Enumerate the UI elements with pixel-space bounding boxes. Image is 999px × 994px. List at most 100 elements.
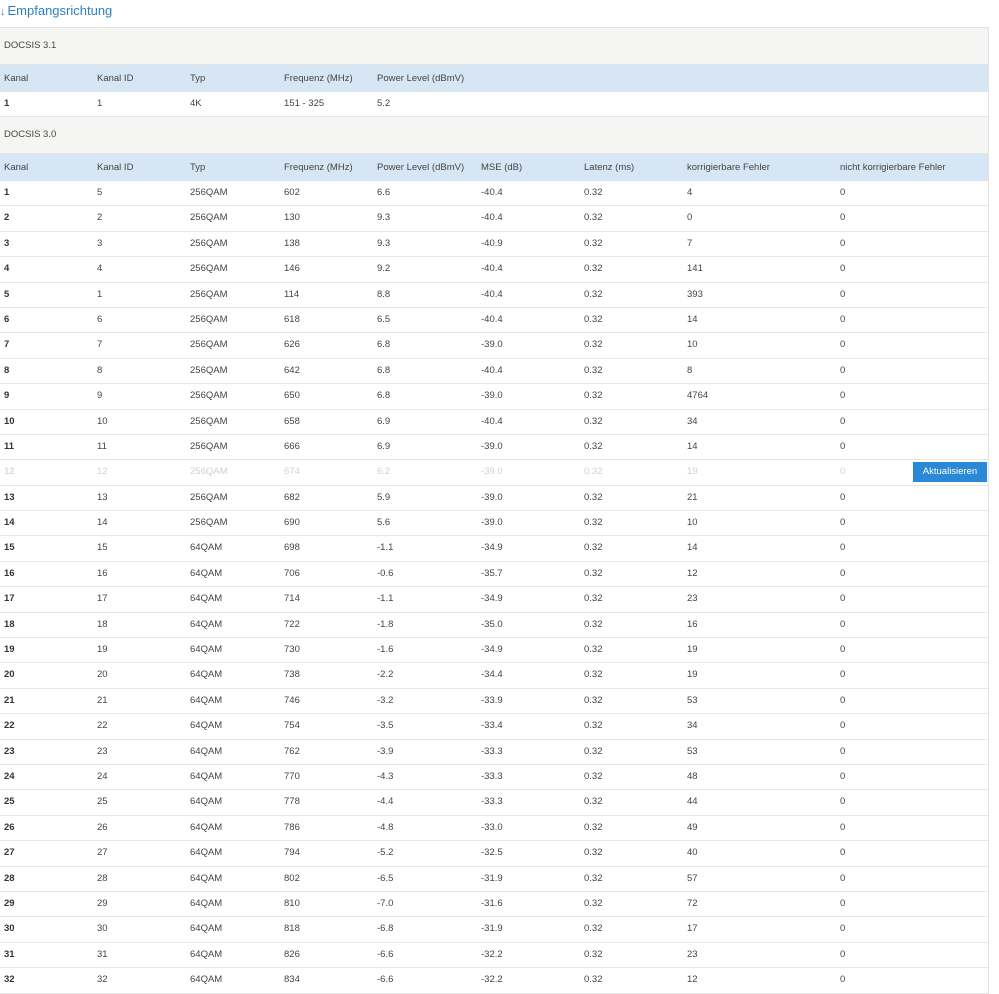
docsis30-section-label: DOCSIS 3.0 (0, 117, 988, 154)
cell-mse: -32.5 (481, 847, 503, 859)
cell-frequenz: 754 (284, 720, 300, 732)
cell-latenz: 0.32 (584, 491, 603, 503)
cell-kanal-id: 19 (97, 644, 108, 656)
cell-frequenz: 626 (284, 339, 300, 351)
cell-nicht-korrigierbare-fehler: 0 (840, 923, 846, 935)
cell-korrigierbare-fehler: 72 (687, 897, 698, 909)
table-row: 2 2 256QAM 130 9.3 -40.4 0.32 0 0 (0, 206, 988, 232)
cell-kanal-id: 2 (97, 212, 103, 224)
cell-kanal-id: 14 (97, 517, 108, 529)
cell-power-level: -2.2 (377, 669, 394, 681)
table-row: 17 17 64QAM 714 -1.1 -34.9 0.32 23 0 (0, 587, 988, 613)
cell-latenz: 0.32 (584, 440, 603, 452)
cell-frequenz: 770 (284, 770, 300, 782)
cell-kanal: 1 (4, 187, 10, 198)
cell-kanal: 20 (4, 669, 15, 681)
cell-kanal: 17 (4, 593, 15, 605)
cell-kanal-id: 5 (97, 187, 103, 198)
cell-korrigierbare-fehler: 49 (687, 821, 698, 833)
cell-kanal: 23 (4, 745, 15, 757)
cell-kanal: 27 (4, 847, 15, 859)
cell-mse: -33.4 (481, 720, 503, 732)
cell-nicht-korrigierbare-fehler: 0 (840, 847, 846, 859)
cell-typ: 256QAM (190, 339, 228, 351)
cell-nicht-korrigierbare-fehler: 0 (840, 390, 846, 402)
cell-kanal-id: 1 (97, 98, 103, 109)
cell-nicht-korrigierbare-fehler: 0 (840, 821, 846, 833)
cell-typ: 64QAM (190, 567, 223, 579)
cell-kanal-id: 8 (97, 364, 103, 376)
cell-power-level: -4.4 (377, 796, 394, 808)
cell-korrigierbare-fehler: 0 (687, 212, 693, 224)
cell-latenz: 0.32 (584, 720, 603, 732)
cell-mse: -34.9 (481, 593, 503, 605)
cell-nicht-korrigierbare-fehler: 0 (840, 491, 846, 503)
cell-mse: -33.0 (481, 821, 503, 833)
table-row: 30 30 64QAM 818 -6.8 -31.9 0.32 17 0 (0, 917, 988, 943)
cell-kanal-id: 28 (97, 872, 108, 884)
cell-frequenz: 810 (284, 897, 300, 909)
cell-typ: 256QAM (190, 263, 228, 275)
section-title-text: Empfangsrichtung (7, 3, 113, 18)
cell-nicht-korrigierbare-fehler: 0 (840, 694, 846, 706)
table-row: 26 26 64QAM 786 -4.8 -33.0 0.32 49 0 (0, 815, 988, 842)
cell-nicht-korrigierbare-fehler: 0 (840, 517, 846, 529)
cell-mse: -40.4 (481, 187, 503, 198)
column-header-nicht-korrigierbare-fehler: nicht korrigierbare Fehler (840, 162, 946, 173)
column-header-korrigierbare-fehler: korrigierbare Fehler (687, 162, 770, 173)
cell-mse: -32.2 (481, 974, 503, 986)
cell-power-level: 9.3 (377, 237, 391, 249)
cell-power-level: 5.9 (377, 491, 391, 503)
cell-kanal-id: 18 (97, 618, 108, 630)
cell-mse: -31.6 (481, 897, 503, 909)
table-row: 12 12 256QAM 674 6.2 -39.0 0.32 19 0 (0, 460, 988, 486)
cell-nicht-korrigierbare-fehler: 0 (840, 288, 846, 300)
table-row: 16 16 64QAM 706 -0.6 -35.7 0.32 12 0 (0, 561, 988, 588)
cell-korrigierbare-fehler: 19 (687, 669, 698, 681)
refresh-button[interactable]: Aktualisieren (913, 462, 987, 482)
cell-nicht-korrigierbare-fehler: 0 (840, 872, 846, 884)
cell-typ: 64QAM (190, 821, 223, 833)
cell-latenz: 0.32 (584, 897, 603, 909)
cell-korrigierbare-fehler: 14 (687, 440, 698, 452)
cell-typ: 256QAM (190, 212, 228, 224)
cell-frequenz: 802 (284, 872, 300, 884)
cell-korrigierbare-fehler: 8 (687, 364, 693, 376)
cell-frequenz: 818 (284, 923, 300, 935)
cell-kanal: 8 (4, 364, 10, 376)
cell-power-level: 6.8 (377, 390, 391, 402)
cell-typ: 64QAM (190, 720, 223, 732)
cell-korrigierbare-fehler: 10 (687, 517, 698, 529)
cell-latenz: 0.32 (584, 669, 603, 681)
cell-frequenz: 130 (284, 212, 300, 224)
cell-latenz: 0.32 (584, 745, 603, 757)
cell-nicht-korrigierbare-fehler: 0 (840, 567, 846, 579)
cell-power-level: 6.8 (377, 339, 391, 351)
cell-mse: -33.3 (481, 796, 503, 808)
cell-typ: 256QAM (190, 313, 228, 325)
cell-typ: 64QAM (190, 847, 223, 859)
cell-typ: 64QAM (190, 897, 223, 909)
cell-power-level: 5.2 (377, 98, 391, 109)
cell-typ: 64QAM (190, 593, 223, 605)
column-header-kanal: Kanal (4, 162, 29, 173)
cell-power-level: 6.9 (377, 440, 391, 452)
cell-mse: -33.3 (481, 745, 503, 757)
cell-typ: 64QAM (190, 948, 223, 960)
cell-power-level: 9.2 (377, 263, 391, 275)
table-row: 9 9 256QAM 650 6.8 -39.0 0.32 4764 0 (0, 384, 988, 410)
cell-kanal: 3 (4, 237, 10, 249)
cell-frequenz: 826 (284, 948, 300, 960)
cell-mse: -39.0 (481, 390, 503, 402)
cell-kanal-id: 31 (97, 948, 108, 960)
column-header-typ: Typ (190, 73, 206, 84)
cell-korrigierbare-fehler: 53 (687, 745, 698, 757)
cell-typ: 256QAM (190, 415, 228, 427)
cell-power-level: 5.6 (377, 517, 391, 529)
cell-nicht-korrigierbare-fehler: 0 (840, 364, 846, 376)
cell-typ: 256QAM (190, 466, 228, 478)
cell-typ: 64QAM (190, 669, 223, 681)
cell-mse: -40.4 (481, 313, 503, 325)
cell-mse: -39.0 (481, 491, 503, 503)
cell-latenz: 0.32 (584, 618, 603, 630)
